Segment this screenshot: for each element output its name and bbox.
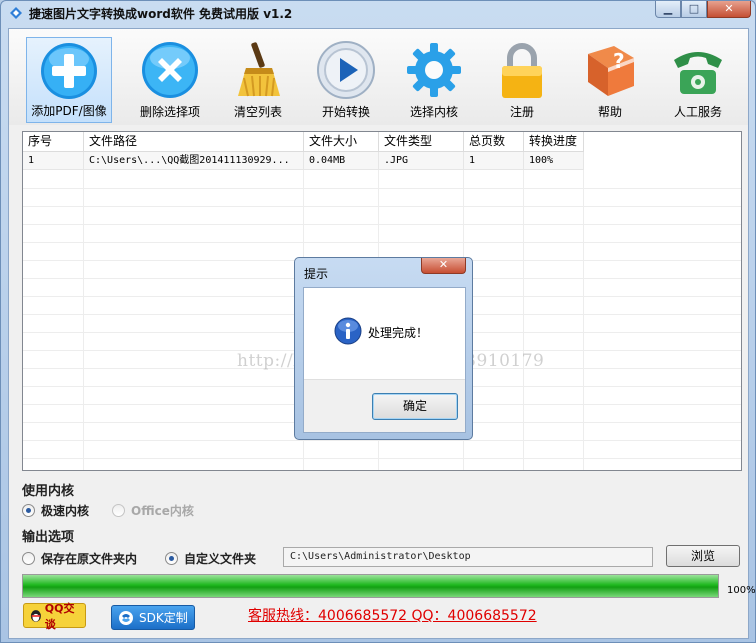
grid-line [83,170,84,470]
radio-button[interactable] [165,552,178,565]
engine-option-fast[interactable]: 极速内核 [22,502,89,519]
qq-chat-button[interactable]: QQ交谈 [23,602,86,631]
dialog-ok-button[interactable]: 确定 [372,393,458,420]
grid-line [23,242,741,243]
help-book-icon: ? [588,46,634,96]
toolbar-label: 选择内核 [409,105,458,119]
output-section-label: 输出选项 [22,530,75,545]
progress-bar [22,574,719,598]
clear-list-button[interactable]: 清空列表 [215,37,301,123]
dialog-button-bar: 确定 [304,379,465,432]
cell-pages: 1 [464,152,524,170]
message-dialog: 提示 ✕ 处理完成！ 确定 [294,257,473,440]
cell-size: 0.04MB [304,152,379,170]
grid-line [23,458,741,459]
main-window: 捷速图片文字转换成word软件 免费试用版 v1.2 ▁ □ ✕ 添加PDF/图… [0,0,756,643]
column-header-pages[interactable]: 总页数 [464,132,524,152]
grid-line [583,170,584,470]
add-icon [41,43,97,99]
dialog-message: 处理完成！ [368,326,429,340]
column-header-size[interactable]: 文件大小 [304,132,379,152]
close-button[interactable]: ✕ [707,1,751,18]
output-option-original-folder[interactable]: 保存在原文件夹内 [22,550,137,567]
radio-button[interactable] [22,504,35,517]
sdk-custom-label: SDK定制 [139,611,188,625]
qq-chat-label: QQ交谈 [44,601,75,631]
qq-penguin-icon [30,609,41,622]
window-title: 捷速图片文字转换成word软件 免费试用版 v1.2 [29,7,293,21]
engine-option-label: Office内核 [131,504,194,518]
window-controls: ▁ □ ✕ [655,1,751,19]
cell-index: 1 [23,152,84,170]
grid-line [23,188,741,189]
select-engine-button[interactable]: 选择内核 [391,37,477,123]
browse-button[interactable]: 浏览 [666,545,740,567]
column-header-type[interactable]: 文件类型 [379,132,464,152]
engine-option-office: Office内核 [112,502,194,519]
help-button[interactable]: ? 帮助 [567,37,653,123]
column-header-index[interactable]: 序号 [23,132,84,152]
toolbar-label: 删除选择项 [139,105,200,119]
toolbar-label: 添加PDF/图像 [31,104,107,118]
engine-section-label: 使用内核 [22,484,75,499]
broom-icon [238,42,280,97]
delete-selected-button[interactable]: 删除选择项 [127,37,213,123]
grid-line [523,170,524,470]
grid-line [23,224,741,225]
toolbar-label: 帮助 [597,105,622,119]
client-area: 添加PDF/图像 删除选择项 清空列表 开始转换 选择内核 注册 ? 帮助 人工… [8,28,756,639]
minimize-button[interactable]: ▁ [655,1,681,18]
app-logo-icon [10,7,22,19]
sdk-custom-button[interactable]: SDK定制 [111,605,195,630]
toolbar-label: 注册 [509,105,534,119]
output-option-label: 自定义文件夹 [184,552,257,566]
radio-button[interactable] [22,552,35,565]
register-button[interactable]: 注册 [479,37,565,123]
toolbar-label: 人工服务 [673,105,722,119]
cell-path: C:\Users\...\QQ截图201411130929... [84,152,304,170]
sdk-logo-icon [119,610,133,625]
column-header-path[interactable]: 文件路径 [84,132,304,152]
lock-icon [502,43,542,98]
column-header-progress[interactable]: 转换进度 [524,132,584,152]
toolbar-label: 开始转换 [321,105,370,119]
progress-percent: 100% [727,585,756,596]
toolbar-label: 清空列表 [233,105,282,119]
grid-line [23,440,741,441]
svg-text:?: ? [613,49,625,73]
phone-icon [674,52,722,94]
delete-icon [142,42,198,98]
output-path-input[interactable]: C:\Users\Administrator\Desktop [283,547,653,567]
add-pdf-image-button[interactable]: 添加PDF/图像 [26,37,112,123]
output-option-label: 保存在原文件夹内 [41,552,138,566]
gear-icon [407,43,461,97]
dialog-body: 处理完成！ 确定 [303,287,466,433]
radio-button [112,504,125,517]
maximize-button[interactable]: □ [681,1,707,18]
progress-fill [23,575,718,597]
start-convert-button[interactable]: 开始转换 [303,37,389,123]
title-bar[interactable]: 捷速图片文字转换成word软件 免费试用版 v1.2 ▁ □ ✕ [1,1,755,25]
cell-type: .JPG [379,152,464,170]
cell-progress: 100% [524,152,584,170]
toolbar: 添加PDF/图像 删除选择项 清空列表 开始转换 选择内核 注册 ? 帮助 人工… [9,29,748,125]
service-hotline-link[interactable]: 客服热线：4006685572 QQ：4006685572 [248,605,537,625]
dialog-close-button[interactable]: ✕ [421,258,466,274]
dialog-title: 提示 [304,267,329,281]
info-icon [334,317,362,345]
grid-line [23,206,741,207]
output-option-custom-folder[interactable]: 自定义文件夹 [165,550,256,567]
play-icon [317,41,375,99]
engine-option-label: 极速内核 [41,504,90,518]
manual-service-button[interactable]: 人工服务 [655,37,741,123]
